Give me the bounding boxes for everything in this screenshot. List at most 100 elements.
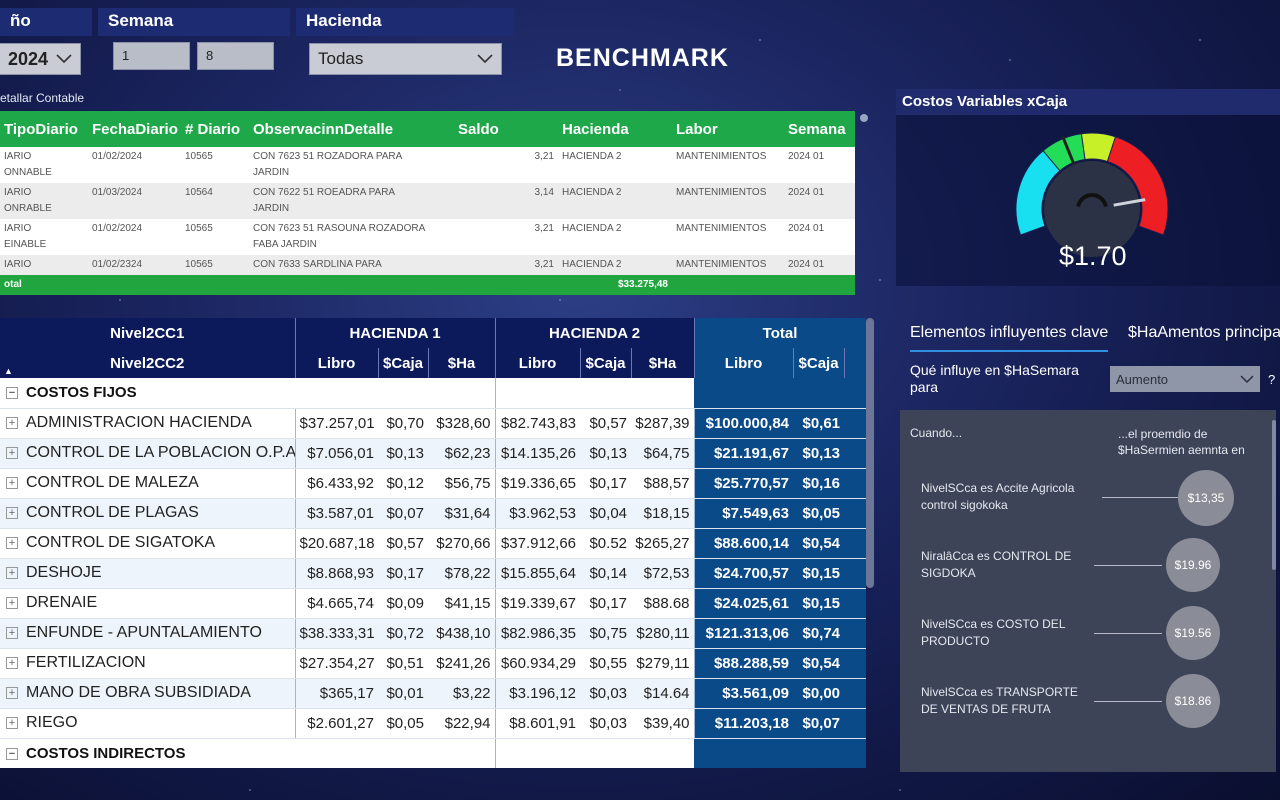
table-row[interactable]: + CONTROL DE MALEZA $6.433,92 $0,12 $56,75 $1… — [0, 468, 866, 499]
column-header[interactable]: Libro — [295, 348, 379, 378]
expand-icon[interactable]: + — [6, 686, 18, 699]
expand-icon[interactable]: + — [6, 476, 18, 489]
table-cell: $0,72 — [378, 618, 428, 649]
influencers-scrollbar[interactable] — [1272, 420, 1276, 570]
influencer-label[interactable]: NivelSCca es COSTO DEL PRODUCTO — [921, 616, 1081, 650]
expand-icon[interactable]: + — [6, 716, 18, 729]
scroll-indicator[interactable] — [860, 114, 868, 122]
matrix-level2-header[interactable]: Nivel2CC2 ▲ — [0, 348, 296, 378]
influencer-connector — [1094, 633, 1162, 634]
tab-top-segments[interactable]: $HaAmentos principa — [1128, 324, 1280, 342]
table-row[interactable]: IARIO ONNABLE 01/02/2024 10565 CON 7623 51 R… — [0, 147, 855, 183]
table-cell: $0,07 — [793, 708, 845, 739]
influencer-label[interactable]: NivelSCca es Accite Agricola control sigo… — [921, 480, 1081, 514]
column-header[interactable]: Saldo — [454, 111, 558, 147]
column-header[interactable]: Semana — [784, 111, 855, 147]
expand-icon[interactable]: + — [6, 446, 18, 459]
tab-key-influencers[interactable]: Elementos influyentes clave — [910, 324, 1109, 352]
hacienda-dropdown[interactable]: Todas — [309, 43, 502, 75]
week-to-input[interactable]: 8 — [197, 42, 274, 70]
table-row[interactable]: + CONTROL DE SIGATOKA $20.687,18 $0,57 $270,… — [0, 528, 866, 559]
table-cell — [844, 558, 866, 589]
expand-icon[interactable]: + — [6, 656, 18, 669]
table-cell — [844, 678, 866, 709]
row-label: + ADMINISTRACION HACIENDA — [0, 408, 296, 439]
table-row[interactable]: + ADMINISTRACION HACIENDA $37.257,01 $0,70 $… — [0, 408, 866, 439]
influencer-connector — [1094, 701, 1162, 702]
influencer-label[interactable]: NiralâCca es CONTROL DE SIGDOKA — [921, 548, 1081, 582]
column-header[interactable]: FechaDiario — [88, 111, 181, 147]
column-header[interactable]: $Caja — [378, 348, 429, 378]
table-cell — [844, 708, 866, 739]
expand-icon[interactable]: + — [6, 506, 18, 519]
column-header[interactable]: TipoDiario — [0, 111, 88, 147]
column-header[interactable]: $Ha — [428, 348, 496, 378]
sort-up-icon[interactable]: ▲ — [4, 366, 13, 376]
table-row[interactable]: + RIEGO $2.601,27 $0,05 $22,94 $8.601,91 $0,03… — [0, 708, 866, 739]
column-header[interactable]: ObservacinnDetalle — [249, 111, 454, 147]
table-row[interactable]: IARIO ONRABLE 01/03/2024 10564 CON 7622 51 R… — [0, 183, 855, 219]
expand-icon[interactable]: + — [6, 596, 18, 609]
table-cell: $21.191,67 — [694, 438, 794, 469]
table-cell — [844, 618, 866, 649]
table-cell: 01/03/2024 — [88, 183, 181, 219]
help-icon[interactable]: ? — [1268, 372, 1275, 387]
table-cell — [784, 275, 855, 295]
table-cell: $20.687,18 — [295, 528, 378, 559]
collapse-icon[interactable]: − — [6, 747, 18, 760]
year-slicer-title: ño — [0, 8, 92, 36]
column-header[interactable]: $Ha — [631, 348, 695, 378]
group-row[interactable]: − COSTOS INDIRECTOS — [0, 738, 866, 768]
column-header[interactable]: # Diario — [181, 111, 249, 147]
column-header[interactable]: Libro — [495, 348, 581, 378]
table-cell — [844, 408, 866, 439]
influencer-value-bubble[interactable]: $19.56 — [1166, 606, 1220, 660]
table-cell — [672, 275, 784, 295]
journal-table: TipoDiario FechaDiario # Diario Observacinn… — [0, 111, 855, 295]
year-dropdown[interactable]: 2024 — [0, 43, 81, 75]
table-cell: $60.934,29 — [495, 648, 581, 679]
table-cell — [694, 738, 794, 768]
table-row[interactable]: + MANO DE OBRA SUBSIDIADA $365,17 $0,01 $3,2… — [0, 678, 866, 709]
table-row[interactable]: IARIO EINABLE 01/02/2024 10565 CON 7623 51 R… — [0, 219, 855, 255]
table-cell: 2024 01 — [784, 219, 855, 255]
table-cell: $0,17 — [580, 468, 632, 499]
table-row[interactable]: + DESHOJE $8.868,93 $0,17 $78,22 $15.855,64 $0… — [0, 558, 866, 589]
table-cell: $365,17 — [295, 678, 378, 709]
table-row[interactable]: + CONTROL DE LA POBLACION O.P.A. $7.056,01… — [0, 438, 866, 469]
table-cell: $3.962,53 — [495, 498, 581, 529]
matrix-level1-header[interactable]: Nivel2CC1 — [0, 318, 296, 348]
table-cell: $0,17 — [378, 558, 428, 589]
table-row[interactable]: + DRENAIE $4.665,74 $0,09 $41,15 $19.339,67 $0… — [0, 588, 866, 619]
matrix-hacienda2-header[interactable]: HACIENDA 2 — [495, 318, 695, 348]
expand-icon[interactable]: + — [6, 536, 18, 549]
matrix-hacienda1-header[interactable]: HACIENDA 1 — [295, 318, 496, 348]
matrix-scrollbar[interactable] — [866, 318, 874, 588]
column-header[interactable]: $Caja — [580, 348, 632, 378]
column-header[interactable]: Hacienda — [558, 111, 672, 147]
column-header[interactable]: $Caja — [793, 348, 845, 378]
influencer-value-bubble[interactable]: $19.96 — [1166, 538, 1220, 592]
week-from-input[interactable]: 1 — [113, 42, 190, 70]
table-row[interactable]: IARIO 01/02/2324 10565 CON 7633 SARDLINA PA… — [0, 255, 855, 275]
column-header[interactable]: Libro — [694, 348, 794, 378]
table-row[interactable]: + CONTROL DE PLAGAS $3.587,01 $0,07 $31,64 $3… — [0, 498, 866, 529]
table-cell: $72,53 — [631, 558, 695, 589]
table-row[interactable]: + FERTILIZACION $27.354,27 $0,51 $241,26 $60.… — [0, 648, 866, 679]
expand-icon[interactable]: + — [6, 566, 18, 579]
table-cell: $31,64 — [428, 498, 496, 529]
table-cell: $24.025,61 — [694, 588, 794, 619]
table-cell — [793, 738, 845, 768]
expand-icon[interactable]: + — [6, 416, 18, 429]
column-header[interactable]: Labor — [672, 111, 784, 147]
influencer-value-bubble[interactable]: $13,35 — [1178, 470, 1234, 526]
expand-icon[interactable]: + — [6, 626, 18, 639]
group-row[interactable]: − COSTOS FIJOS — [0, 378, 866, 409]
matrix-total-header[interactable]: Total — [694, 318, 866, 348]
influencer-value-bubble[interactable]: $18.86 — [1166, 674, 1220, 728]
table-cell: $241,26 — [428, 648, 496, 679]
collapse-icon[interactable]: − — [6, 387, 18, 400]
influencer-label[interactable]: NivelSCca es TRANSPORTE DE VENTAS DE FRUT… — [921, 684, 1081, 718]
direction-dropdown[interactable]: Aumento — [1110, 366, 1260, 392]
table-row[interactable]: + ENFUNDE - APUNTALAMIENTO $38.333,31 $0,72… — [0, 618, 866, 649]
